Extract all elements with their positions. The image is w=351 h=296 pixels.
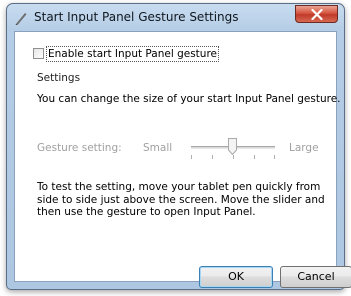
pen-icon bbox=[14, 10, 28, 26]
slider-thumb[interactable] bbox=[228, 138, 237, 156]
slider-ticks bbox=[187, 155, 279, 160]
window-title: Start Input Panel Gesture Settings bbox=[34, 10, 239, 24]
enable-gesture-label[interactable]: Enable start Input Panel gesture bbox=[46, 46, 219, 62]
gesture-size-slider[interactable] bbox=[187, 135, 279, 161]
slider-max-label: Large bbox=[289, 142, 319, 154]
settings-heading: Settings bbox=[37, 72, 81, 84]
settings-description: You can change the size of your start In… bbox=[37, 93, 341, 105]
instructions-text: To test the setting, move your tablet pe… bbox=[37, 181, 325, 218]
slider-min-label: Small bbox=[143, 142, 173, 154]
title-bar[interactable]: Start Input Panel Gesture Settings bbox=[7, 4, 344, 31]
close-icon bbox=[311, 9, 323, 20]
cancel-button[interactable]: Cancel bbox=[280, 266, 351, 288]
close-button[interactable] bbox=[295, 5, 338, 23]
dialog-content: Enable start Input Panel gesture Setting… bbox=[14, 31, 351, 288]
ok-button[interactable]: OK bbox=[199, 266, 273, 288]
gesture-setting-label: Gesture setting: bbox=[37, 142, 122, 154]
dialog-window: Start Input Panel Gesture Settings Enabl… bbox=[6, 3, 351, 290]
enable-gesture-checkbox[interactable] bbox=[33, 48, 44, 59]
